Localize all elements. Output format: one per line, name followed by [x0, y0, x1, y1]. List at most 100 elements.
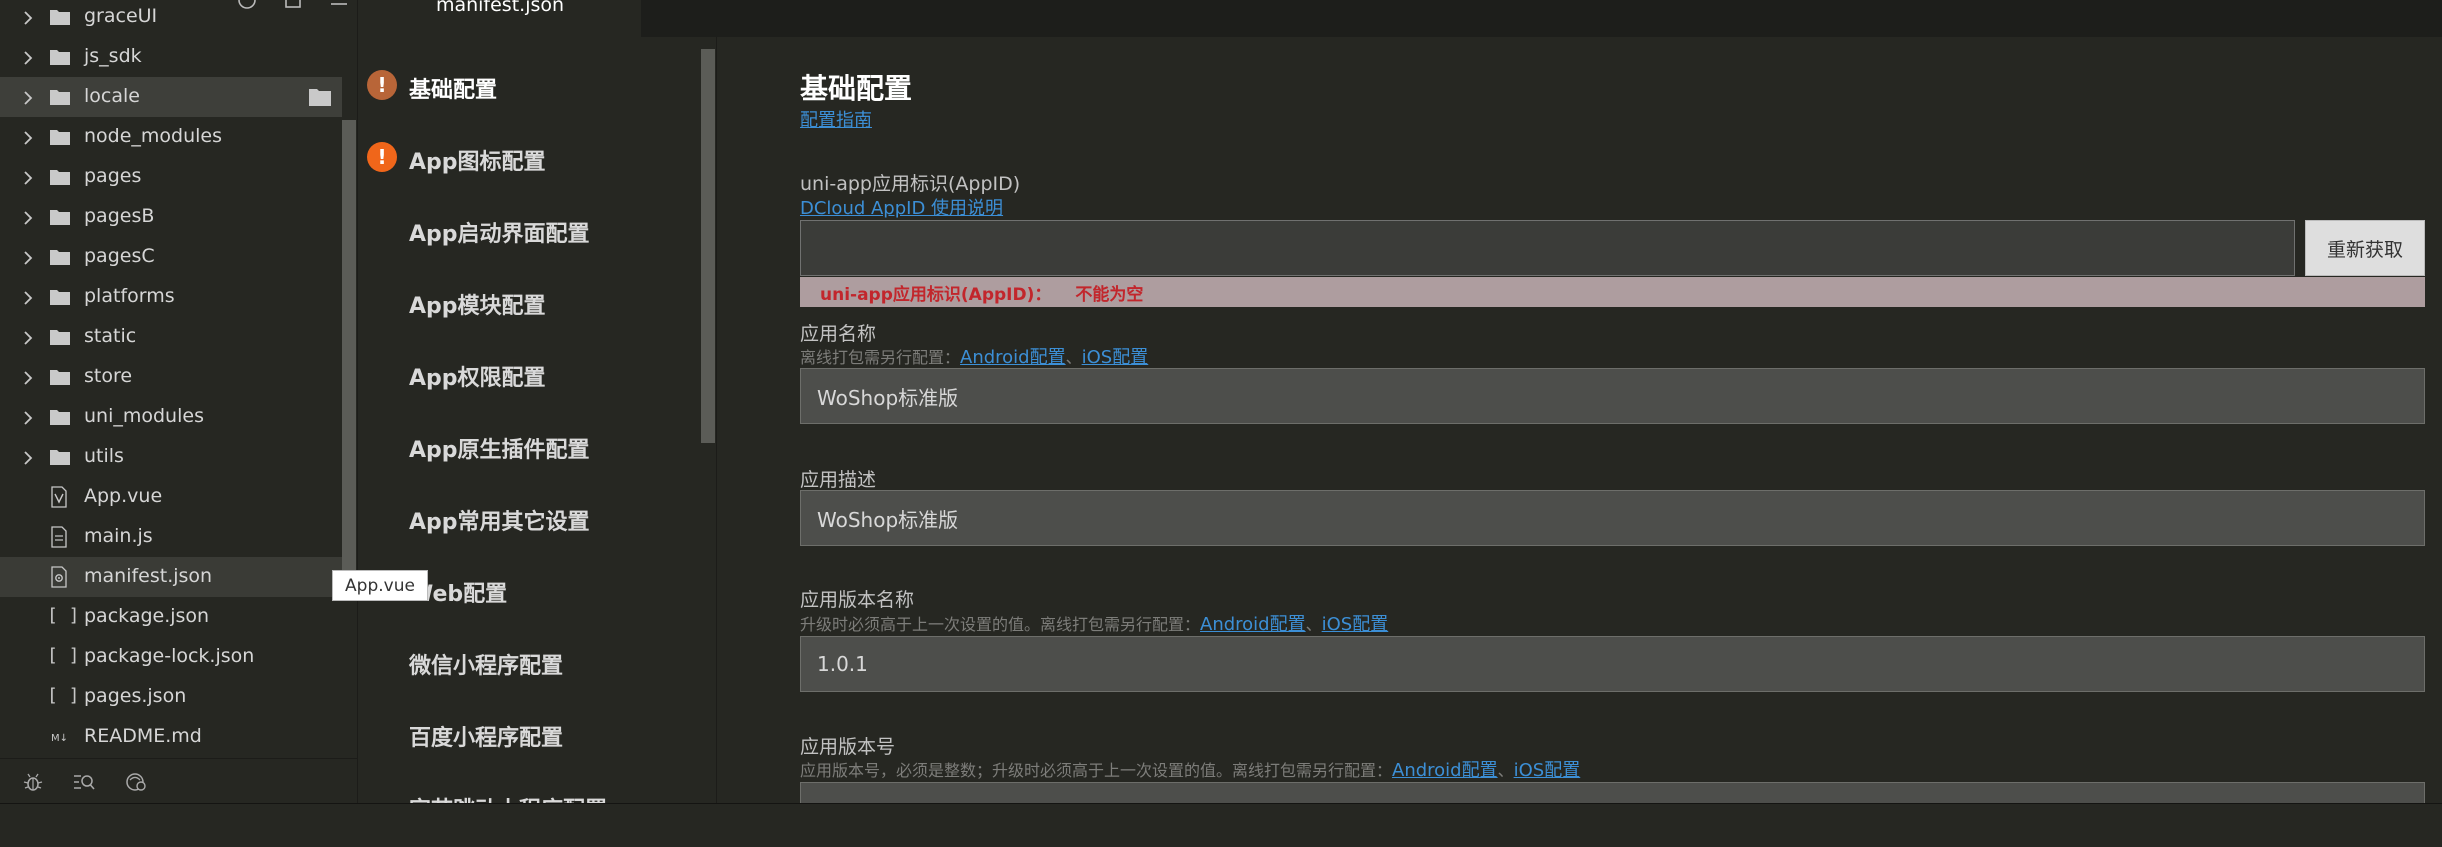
tree-item-label: utils: [84, 445, 124, 467]
chevron-right-icon[interactable]: [20, 209, 36, 225]
ios-config-link[interactable]: iOS配置: [1514, 760, 1581, 781]
folder-icon: [49, 208, 71, 226]
tree-item-label: README.md: [84, 725, 202, 747]
tree-folder[interactable]: locale: [0, 77, 342, 117]
chevron-right-icon[interactable]: [20, 369, 36, 385]
tree-folder[interactable]: js_sdk: [0, 37, 342, 77]
js-file-icon: [50, 526, 68, 548]
config-nav-item[interactable]: 字节跳动小程序配置: [409, 792, 607, 803]
android-config-link[interactable]: Android配置: [960, 347, 1066, 368]
tree-folder[interactable]: static: [0, 317, 342, 357]
config-nav-item[interactable]: App原生插件配置: [409, 432, 590, 464]
hint-text: 应用版本号，必须是整数；升级时必须高于上一次设置的值。离线打包需另行配置：: [800, 761, 1393, 780]
chevron-right-icon[interactable]: [20, 329, 36, 345]
separator: 、: [1065, 348, 1082, 367]
app-desc-input[interactable]: WoShop标准版: [800, 490, 2425, 546]
appid-label: uni-app应用标识(AppID): [800, 173, 1021, 195]
ios-config-link[interactable]: iOS配置: [1082, 347, 1149, 368]
tree-item-label: platforms: [84, 285, 175, 307]
folder-icon: [49, 248, 71, 266]
tree-file[interactable]: manifest.json: [0, 557, 342, 597]
android-config-link[interactable]: Android配置: [1200, 614, 1306, 635]
tree-file[interactable]: [ ] package-lock.json: [0, 637, 342, 677]
tree-file[interactable]: App.vue: [0, 477, 342, 517]
tree-folder[interactable]: uni_modules: [0, 397, 342, 437]
hint-text: 离线打包需另行配置：: [800, 348, 961, 367]
ios-config-link[interactable]: iOS配置: [1322, 614, 1389, 635]
tree-item-label: locale: [84, 85, 140, 107]
explorer-scrollbar[interactable]: [342, 120, 356, 600]
chevron-right-icon[interactable]: [20, 249, 36, 265]
tree-folder[interactable]: platforms: [0, 277, 342, 317]
tree-file[interactable]: [ ] pages.json: [0, 677, 342, 717]
chevron-right-icon[interactable]: [20, 169, 36, 185]
folder-icon: [49, 128, 71, 146]
chevron-right-icon[interactable]: [20, 49, 36, 65]
json-file-icon: [ ]: [47, 645, 80, 666]
config-nav-item[interactable]: App图标配置: [409, 144, 546, 176]
tree-folder[interactable]: node_modules: [0, 117, 342, 157]
chevron-right-icon[interactable]: [20, 129, 36, 145]
chevron-right-icon[interactable]: [20, 449, 36, 465]
chevron-right-icon[interactable]: [20, 9, 36, 25]
folder-icon: [49, 288, 71, 306]
tree-item-label: manifest.json: [84, 565, 213, 587]
config-nav-item[interactable]: App模块配置: [409, 288, 546, 320]
config-nav-item[interactable]: App启动界面配置: [409, 216, 590, 248]
android-config-link[interactable]: Android配置: [1392, 760, 1498, 781]
tree-folder[interactable]: pages: [0, 157, 342, 197]
tree-folder[interactable]: pagesB: [0, 197, 342, 237]
bug-icon[interactable]: [22, 771, 44, 793]
tooltip: App.vue: [332, 570, 428, 601]
appid-help-link[interactable]: DCloud AppID 使用说明: [800, 194, 1003, 220]
tree-folder[interactable]: graceUI: [0, 0, 342, 37]
folder-icon: [49, 448, 71, 466]
config-nav-scrollbar[interactable]: [701, 49, 715, 443]
tree-folder[interactable]: store: [0, 357, 342, 397]
error-field-label: uni-app应用标识(AppID)：: [820, 284, 1052, 305]
open-folder-icon[interactable]: [308, 87, 332, 107]
folder-icon: [49, 328, 71, 346]
version-name-hint: 升级时必须高于上一次设置的值。离线打包需另行配置：Android配置、iOS配置: [800, 610, 1388, 636]
tree-file[interactable]: M↓ README.md: [0, 717, 342, 757]
app-name-label: 应用名称: [800, 323, 877, 345]
chevron-right-icon[interactable]: [20, 89, 36, 105]
tree-item-label: App.vue: [84, 485, 163, 507]
app-name-input[interactable]: WoShop标准版: [800, 368, 2425, 424]
version-code-hint: 应用版本号，必须是整数；升级时必须高于上一次设置的值。离线打包需另行配置：And…: [800, 756, 1580, 782]
tree-file[interactable]: main.js: [0, 517, 342, 557]
chevron-right-icon[interactable]: [20, 409, 36, 425]
file-explorer: graceUI js_sdk locale node_modules pages page…: [0, 0, 358, 803]
tree-item-label: main.js: [84, 525, 153, 547]
preview-icon[interactable]: [124, 771, 146, 793]
tree-item-label: package-lock.json: [84, 645, 255, 667]
version-code-input[interactable]: [800, 782, 2425, 803]
config-nav-item[interactable]: App常用其它设置: [409, 504, 590, 536]
tree-folder[interactable]: utils: [0, 437, 342, 477]
appid-input[interactable]: [800, 220, 2295, 276]
chevron-right-icon[interactable]: [20, 289, 36, 305]
json-file-icon: [ ]: [47, 605, 80, 626]
version-name-input[interactable]: 1.0.1: [800, 636, 2425, 692]
separator: 、: [1305, 615, 1322, 634]
version-code-label: 应用版本号: [800, 736, 896, 758]
tree-folder[interactable]: pagesC: [0, 237, 342, 277]
config-form: 基础配置 配置指南 uni-app应用标识(AppID) DCloud AppI…: [718, 37, 2442, 803]
config-nav-item[interactable]: 基础配置: [409, 72, 497, 104]
tree-item-label: graceUI: [84, 5, 158, 27]
status-bar: [0, 803, 2442, 847]
editor-tab-bar: manifest.json: [359, 0, 2442, 37]
hint-text: 升级时必须高于上一次设置的值。离线打包需另行配置：: [800, 615, 1201, 634]
config-nav-item[interactable]: App权限配置: [409, 360, 546, 392]
tree-item-label: pages.json: [84, 685, 187, 707]
config-nav-item[interactable]: 微信小程序配置: [409, 648, 563, 680]
folder-icon: [49, 88, 71, 106]
search-list-icon[interactable]: [72, 771, 95, 793]
app-desc-label: 应用描述: [800, 469, 877, 491]
refetch-appid-button[interactable]: 重新获取: [2305, 220, 2425, 276]
tab-manifest-json[interactable]: manifest.json: [359, 0, 641, 37]
config-guide-link[interactable]: 配置指南: [800, 106, 872, 132]
tree-file[interactable]: [ ] package.json: [0, 597, 342, 637]
config-nav-item[interactable]: 百度小程序配置: [409, 720, 563, 752]
tree-item-label: static: [84, 325, 137, 347]
